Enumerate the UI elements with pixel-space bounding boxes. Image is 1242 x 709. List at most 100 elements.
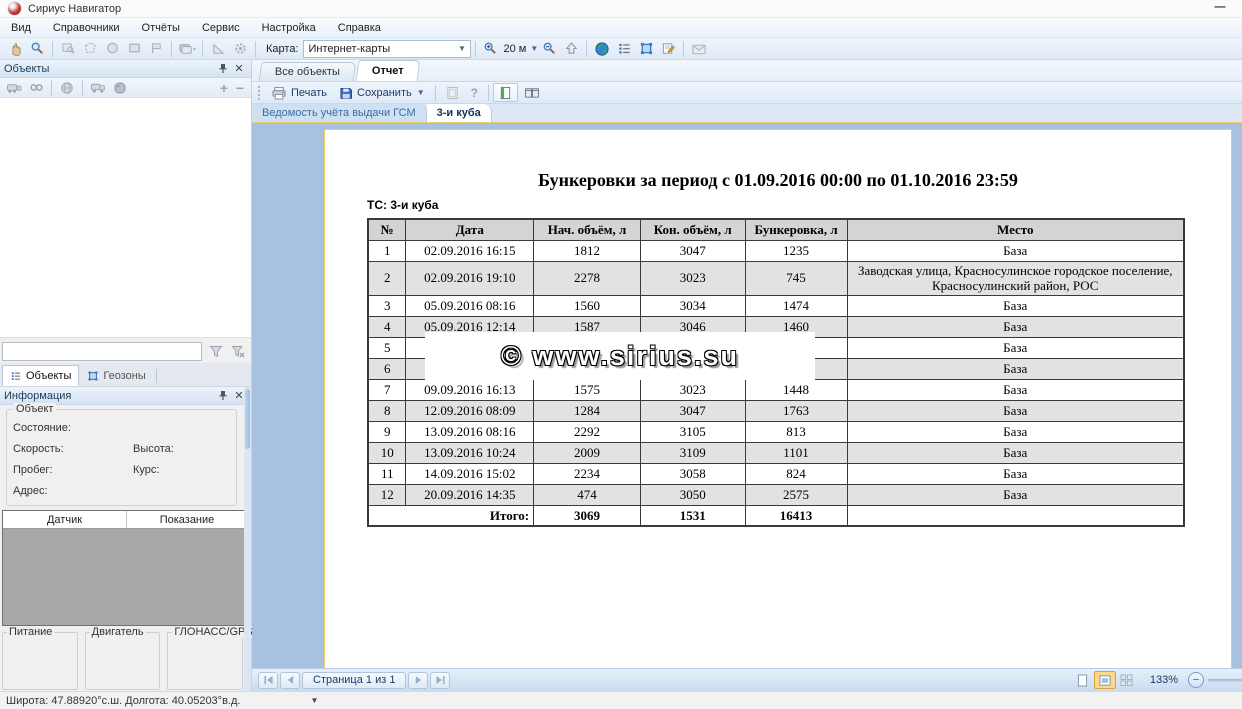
zoom-slider[interactable] (1208, 679, 1242, 682)
app-icon (8, 2, 21, 15)
home-view-button[interactable] (561, 39, 581, 58)
track-button[interactable] (26, 78, 46, 97)
objects-panel-title: Объекты (4, 63, 49, 75)
objects-tree[interactable] (0, 98, 251, 338)
report-vehicle: ТС: 3-и куба (367, 198, 438, 212)
filter-input[interactable] (2, 342, 202, 361)
filter-button[interactable] (206, 342, 226, 361)
menu-view[interactable]: Вид (0, 19, 42, 37)
table-cell: База (847, 295, 1184, 316)
search-button[interactable] (27, 39, 47, 58)
table-header-row: № Дата Нач. объём, л Кон. объём, л Бунке… (368, 219, 1184, 240)
zoom-region-button[interactable] (58, 39, 78, 58)
tab-fuel-sheet[interactable]: Ведомость учёта выдачи ГСМ (252, 104, 427, 122)
single-page-view-button[interactable] (493, 83, 518, 102)
minimize-button[interactable]: — (1210, 2, 1230, 16)
speed-label: Скорость: (13, 443, 133, 455)
rect-select-button[interactable] (124, 39, 144, 58)
vehicle-group-icon (6, 81, 22, 94)
send-message-button[interactable] (689, 39, 709, 58)
address-label: Адрес: (13, 485, 230, 497)
objects-toolbar: + − (0, 78, 251, 98)
pin-icon[interactable] (215, 62, 231, 76)
zoom-in-button[interactable] (481, 39, 501, 58)
menu-directories[interactable]: Справочники (42, 19, 131, 37)
pan-button[interactable] (5, 39, 25, 58)
zoom-scale-dropdown-icon[interactable]: ▼ (530, 44, 538, 53)
show-on-map-button[interactable] (57, 78, 77, 97)
menu-help[interactable]: Справка (327, 19, 392, 37)
help-button[interactable]: ? (465, 83, 484, 102)
window-title: Сириус Навигатор (28, 3, 121, 15)
tab-3i-kuba[interactable]: 3-и куба (427, 104, 492, 122)
status-dropdown-icon[interactable]: ▼ (310, 696, 318, 705)
prev-page-button[interactable] (280, 672, 300, 689)
table-cell: 1575 (534, 379, 641, 400)
next-page-button[interactable] (408, 672, 428, 689)
object-list-button[interactable] (614, 39, 634, 58)
page-setup-button[interactable] (440, 83, 465, 102)
expand-button[interactable]: + (216, 80, 232, 96)
layers-button[interactable] (177, 39, 197, 58)
close-icon[interactable]: ✕ (231, 62, 247, 76)
report-page: Бункеровки за период с 01.09.2016 00:00 … (324, 129, 1232, 668)
world-button[interactable] (110, 78, 130, 97)
page-setup-icon (446, 86, 459, 100)
reading-column-header[interactable]: Показание (127, 511, 247, 528)
zoom-out-button[interactable] (539, 39, 559, 58)
table-cell: База (847, 379, 1184, 400)
table-cell: 02.09.2016 19:10 (406, 261, 534, 295)
status-bar: Широта: 47.88920°с.ш. Долгота: 40.05203°… (0, 691, 1242, 709)
print-button[interactable]: Печать (265, 83, 333, 102)
table-cell: 1 (368, 240, 406, 261)
save-dropdown-icon[interactable]: ▼ (417, 88, 425, 97)
tab-report[interactable]: Отчет (355, 60, 420, 81)
geofence-button[interactable] (636, 39, 656, 58)
menu-reports[interactable]: Отчёты (131, 19, 191, 37)
table-row: 812.09.2016 08:09128430471763База (368, 400, 1184, 421)
polygon-select-button[interactable] (80, 39, 100, 58)
menu-settings[interactable]: Настройка (251, 19, 327, 37)
map-combobox[interactable]: Интернет-карты ▼ (303, 40, 471, 58)
collapse-button[interactable]: − (232, 80, 248, 96)
sensor-column-header[interactable]: Датчик (3, 511, 127, 528)
two-page-view-button[interactable] (518, 83, 546, 102)
flag-icon (149, 41, 164, 56)
tab-all-objects[interactable]: Все объекты (259, 62, 357, 81)
menu-service[interactable]: Сервис (191, 19, 251, 37)
pin-icon[interactable] (215, 389, 231, 403)
table-cell: 1101 (745, 442, 847, 463)
table-cell: База (847, 484, 1184, 505)
last-page-icon (435, 675, 446, 685)
two-page-icon (524, 86, 540, 99)
clear-filter-button[interactable] (228, 342, 248, 361)
multi-page-layout-button[interactable] (1116, 671, 1138, 689)
table-cell: 3105 (640, 421, 745, 442)
table-cell: 3058 (640, 463, 745, 484)
measure-flag-button[interactable] (146, 39, 166, 58)
first-page-button[interactable] (258, 672, 278, 689)
left-panel-scrollbar[interactable] (244, 387, 251, 691)
toolbar-grip[interactable] (257, 85, 262, 101)
globe-button[interactable] (592, 39, 612, 58)
report-viewer[interactable]: Бункеровки за период с 01.09.2016 00:00 … (252, 122, 1242, 668)
fit-width-layout-button[interactable] (1094, 671, 1116, 689)
zoom-percentage: 133% (1150, 674, 1178, 686)
last-page-button[interactable] (430, 672, 450, 689)
edit-notes-button[interactable] (658, 39, 678, 58)
table-cell: 1235 (745, 240, 847, 261)
table-cell: 2 (368, 261, 406, 295)
circle-select-button[interactable] (102, 39, 122, 58)
table-cell: 2278 (534, 261, 641, 295)
info-body: Объект Состояние: Скорость: Высота: Проб… (0, 405, 243, 510)
ruler-button[interactable] (208, 39, 228, 58)
settings-gear-button[interactable] (230, 39, 250, 58)
save-button[interactable]: Сохранить ▼ (333, 83, 431, 102)
tab-geozones[interactable]: Геозоны (79, 365, 153, 386)
single-page-layout-button[interactable] (1072, 671, 1094, 689)
totals-label: Итого: (368, 505, 534, 526)
add-vehicle-group-button[interactable] (4, 78, 24, 97)
zoom-out-slider-button[interactable]: − (1188, 672, 1204, 688)
follow-vehicle-button[interactable] (88, 78, 108, 97)
tab-objects[interactable]: Объекты (2, 365, 79, 386)
